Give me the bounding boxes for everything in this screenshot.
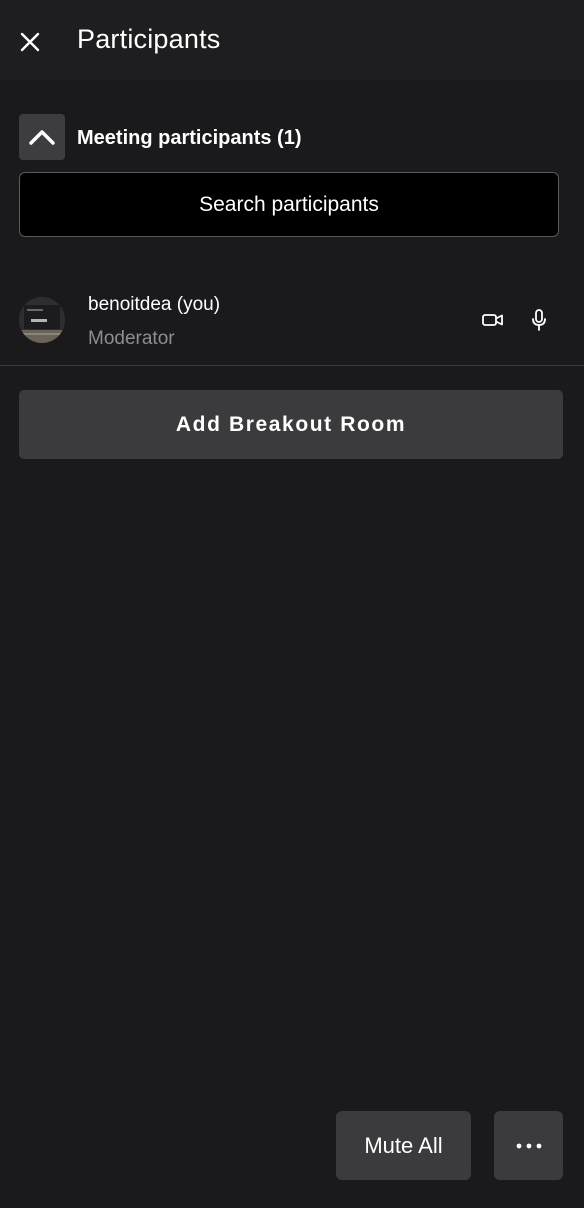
close-button[interactable] bbox=[14, 26, 46, 58]
meeting-participants-section: Meeting participants (1) bbox=[19, 114, 559, 160]
section-title: Meeting participants (1) bbox=[77, 127, 302, 149]
more-horizontal-icon bbox=[516, 1143, 541, 1148]
page-title: Participants bbox=[77, 24, 221, 54]
collapse-button[interactable] bbox=[19, 114, 65, 160]
participant-name: benoitdea (you) bbox=[88, 294, 221, 315]
microphone-toggle[interactable] bbox=[524, 305, 554, 335]
mute-all-button[interactable]: Mute All bbox=[336, 1111, 471, 1180]
microphone-icon bbox=[532, 309, 546, 331]
more-options-button[interactable] bbox=[494, 1111, 563, 1180]
chevron-up-icon bbox=[29, 130, 55, 145]
video-camera-icon bbox=[482, 314, 503, 326]
camera-toggle[interactable] bbox=[478, 305, 508, 335]
participant-role: Moderator bbox=[88, 328, 175, 349]
panel-header: Participants bbox=[0, 0, 584, 80]
participant-row[interactable]: benoitdea (you) Moderator bbox=[0, 280, 584, 366]
search-input[interactable] bbox=[19, 172, 559, 237]
divider bbox=[0, 365, 584, 366]
avatar bbox=[19, 297, 65, 343]
close-icon bbox=[20, 32, 40, 52]
add-breakout-room-button[interactable]: Add Breakout Room bbox=[19, 390, 563, 459]
